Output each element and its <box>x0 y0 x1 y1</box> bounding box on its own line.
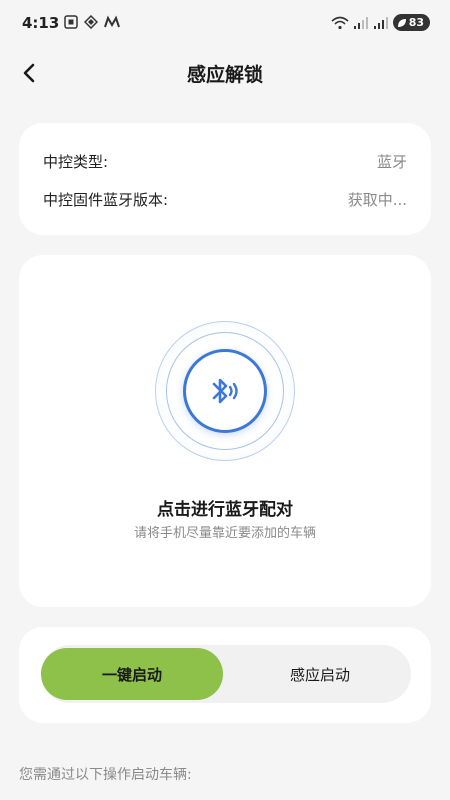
nav-bar: 感应解锁 <box>0 46 450 98</box>
wifi-icon <box>331 16 349 29</box>
firmware-version-label: 中控固件蓝牙版本: <box>43 191 169 209</box>
screenshot-icon <box>64 15 78 29</box>
signal-secondary-icon <box>373 16 388 29</box>
controller-type-value: 蓝牙 <box>376 153 407 171</box>
pairing-subtitle: 请将手机尽量靠近要添加的车辆 <box>133 526 316 541</box>
firmware-version-row: 中控固件蓝牙版本: 获取中... <box>43 189 407 210</box>
pairing-title: 点击进行蓝牙配对 <box>157 500 293 520</box>
page-title: 感应解锁 <box>186 64 263 86</box>
app-m-icon <box>104 15 120 28</box>
signal-icon <box>353 16 368 29</box>
start-mode-toggle: 一键启动 感应启动 <box>41 645 411 703</box>
battery-leaf-icon <box>397 18 406 27</box>
bluetooth-icon <box>212 378 238 404</box>
status-system-icons: 83 <box>331 14 430 31</box>
bluetooth-pair-button[interactable] <box>183 349 267 433</box>
battery-level: 83 <box>408 16 424 29</box>
status-time: 4:13 <box>22 14 60 32</box>
status-notification-icons <box>64 15 120 29</box>
start-mode-card: 一键启动 感应启动 <box>19 627 431 723</box>
bluetooth-pairing-card: 点击进行蓝牙配对 请将手机尽量靠近要添加的车辆 <box>19 255 431 607</box>
one-key-start-option[interactable]: 一键启动 <box>41 648 223 700</box>
controller-type-row: 中控类型: 蓝牙 <box>43 151 407 172</box>
battery-indicator: 83 <box>392 14 430 31</box>
controller-type-label: 中控类型: <box>43 153 109 171</box>
controller-info-card: 中控类型: 蓝牙 中控固件蓝牙版本: 获取中... <box>19 123 431 235</box>
vpn-diamond-icon <box>84 15 98 29</box>
status-bar: 4:13 83 <box>0 0 450 46</box>
sensing-start-option[interactable]: 感应启动 <box>229 648 411 700</box>
start-instructions-text: 您需通过以下操作启动车辆: <box>19 767 192 783</box>
firmware-version-value: 获取中... <box>347 191 407 209</box>
